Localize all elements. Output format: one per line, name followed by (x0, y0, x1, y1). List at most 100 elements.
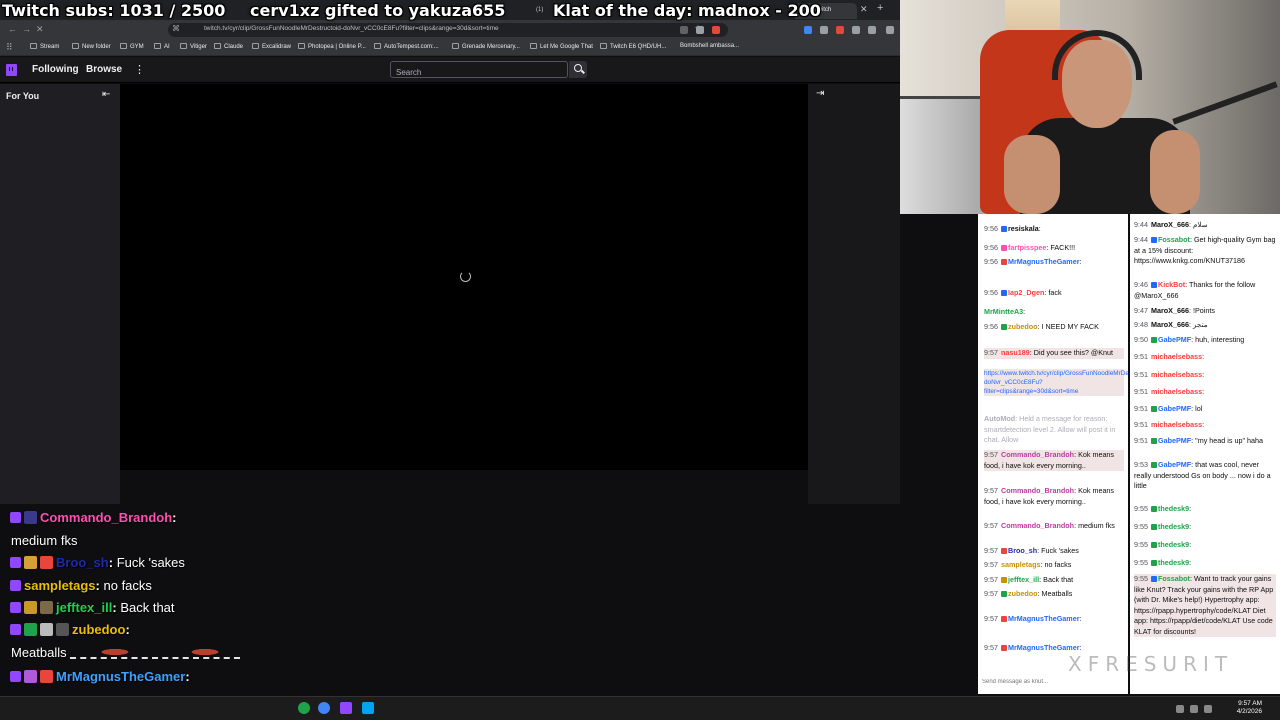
prime-badge-icon (10, 671, 21, 682)
app-icon[interactable] (362, 702, 374, 714)
extension-icon[interactable] (804, 26, 812, 34)
tab-label: Your ca (196, 7, 217, 13)
bookmark-item[interactable]: Photopea | Online P... (298, 43, 366, 50)
browser-tab[interactable]: NASA's Artemis II Cre (440, 3, 520, 19)
chat-message: 9:48 MaroX_666: متجر (1134, 320, 1208, 329)
bookmark-item[interactable]: New folder (72, 43, 111, 50)
chat-message: 9:55 Fossabot: Want to track your gains l… (1134, 574, 1276, 637)
badge-icon (1001, 245, 1007, 251)
close-tab-icon[interactable]: ✕ (860, 4, 868, 15)
bookmark-item[interactable]: Let Me Google That (530, 43, 593, 50)
bookmark-item[interactable]: Twitch E6 QHD/UH... (600, 43, 666, 50)
forward-icon[interactable]: → (22, 24, 31, 34)
collapse-sidebar-icon[interactable]: ⇤ (102, 89, 110, 100)
badge-icon (1001, 324, 1007, 330)
chat-message: 9:47 MaroX_666: !Points (1134, 306, 1215, 315)
overlay-chat-line: zubedoo: (10, 622, 130, 637)
address-bar[interactable]: ⌘ twitch.tv/cyr/clip/GrossFunNoodleMrDes… (168, 23, 728, 37)
bookmark-item[interactable]: Vitiger (180, 43, 207, 50)
nav-browse[interactable]: Browse (86, 64, 122, 75)
bookmark-item[interactable]: Stream (30, 43, 59, 50)
bookmark-item[interactable]: AI (154, 43, 170, 50)
badge-icon (1001, 577, 1007, 583)
overlay-chat-line: medium fks (11, 533, 78, 548)
extension-icon[interactable] (680, 26, 688, 34)
badge-icon (24, 670, 37, 683)
chat-message: 9:57 zubedoo: Meatballs (984, 589, 1073, 598)
bookmark-item[interactable]: Excalidraw (252, 43, 291, 50)
chat-message: 9:56 resiskala: (984, 224, 1041, 233)
badge-icon (1151, 237, 1157, 243)
chat-message: 9:51 GabePMF: "my head is up" haha (1134, 436, 1263, 445)
bookmark-item[interactable]: Bombshell ambassa... (680, 43, 739, 49)
extension-icon[interactable] (820, 26, 828, 34)
prime-badge-icon (10, 602, 21, 613)
overlay-chat-line: jefftex_ill: Back that (10, 600, 175, 615)
badge-icon (40, 601, 53, 614)
browser-tab[interactable]: Your ca (190, 3, 250, 19)
badge-icon (1001, 290, 1007, 296)
heart-badge-icon (1001, 259, 1007, 265)
twitch-logo-icon[interactable] (6, 64, 17, 76)
tab-label: NASA's Artemis II Cre (446, 7, 505, 13)
chat-message: 9:55 thedesk9: (1134, 522, 1192, 531)
heart-badge-icon (1001, 645, 1007, 651)
extension-icon[interactable] (712, 26, 720, 34)
twitch-icon (600, 43, 607, 49)
chat-message: 9:55 thedesk9: (1134, 504, 1192, 513)
game-icon (452, 43, 459, 49)
watermark: XFRESURIT (1068, 652, 1234, 676)
volume-icon[interactable] (1204, 705, 1212, 713)
browser-tab[interactable]: (1) (530, 3, 570, 19)
tab-label: (1) (536, 7, 544, 13)
chat-message: 9:57 Commando_Brandoh: medium fks (984, 521, 1115, 530)
nav-following[interactable]: Following (32, 64, 79, 75)
browser-tab-active[interactable]: cyr - Twitch (795, 3, 857, 19)
browser-tab-bar: Your ca NASA's Artemis II Cre (1) cyr - … (0, 0, 900, 20)
chat-message: 9:57 MrMagnusTheGamer: (984, 614, 1082, 623)
chat-link[interactable]: https://www.twitch.tv/cyr/clip/GrossFunN… (984, 369, 1128, 396)
tray-icon[interactable] (1176, 705, 1184, 713)
webcam-streamer-arm (1004, 135, 1060, 214)
badge-icon (56, 623, 69, 636)
bookmark-item[interactable]: Grenade Mercenary... (452, 43, 520, 50)
menu-icon[interactable] (886, 26, 894, 34)
chat-message: 9:56 zubedoo: I NEED MY FACK (984, 322, 1099, 331)
bookmark-item[interactable]: GYM (120, 43, 144, 50)
chat-message: 9:56 Iap2_Dgen: fack (984, 288, 1062, 297)
extension-icon[interactable] (836, 26, 844, 34)
new-tab-icon[interactable]: + (877, 2, 883, 14)
prime-badge-icon (10, 580, 21, 591)
network-icon[interactable] (1190, 705, 1198, 713)
chat-message: 9:57 Commando_Brandoh: Kok means food, i … (984, 486, 1115, 506)
extension-icon[interactable] (868, 26, 876, 34)
bookmark-item[interactable]: Claude (214, 43, 243, 50)
claude-icon (214, 43, 221, 49)
search-icon[interactable] (569, 61, 587, 78)
stop-icon[interactable]: ✕ (36, 24, 44, 35)
badge-icon (1151, 524, 1157, 530)
site-info-icon[interactable]: ⌘ (172, 24, 180, 33)
expand-chat-icon[interactable]: ⇥ (816, 88, 824, 99)
app-icon[interactable] (340, 702, 352, 714)
chat-input[interactable] (982, 676, 1122, 688)
chat-message: 9:51 michaelsebass: (1134, 370, 1205, 379)
extension-icon[interactable] (852, 26, 860, 34)
loading-spinner-icon (460, 271, 471, 282)
chat-message: 9:56 MrMagnusTheGamer: (984, 257, 1082, 266)
webcam-feed (900, 0, 1280, 214)
chat-message: 9:51 michaelsebass: (1134, 387, 1205, 396)
extension-icon[interactable] (696, 26, 704, 34)
badge-icon (1151, 438, 1157, 444)
more-options-icon[interactable]: ⋮ (134, 63, 145, 76)
clock[interactable]: 9:57 AM 4/2/2026 (1222, 700, 1262, 716)
back-icon[interactable]: ← (8, 24, 17, 34)
browser-toolbar: ← → ✕ ⌘ twitch.tv/cyr/clip/GrossFunNoodl… (0, 20, 900, 40)
url-text: twitch.tv/cyr/clip/GrossFunNoodleMrDestr… (204, 25, 499, 32)
apps-icon[interactable]: ⠿ (6, 42, 13, 53)
search-field (390, 61, 568, 80)
bookmark-item[interactable]: AutoTempest.com:... (374, 43, 439, 50)
excalidraw-icon (252, 43, 259, 49)
search-input[interactable] (391, 65, 567, 80)
tab-label: cyr - Twitch (801, 7, 832, 13)
